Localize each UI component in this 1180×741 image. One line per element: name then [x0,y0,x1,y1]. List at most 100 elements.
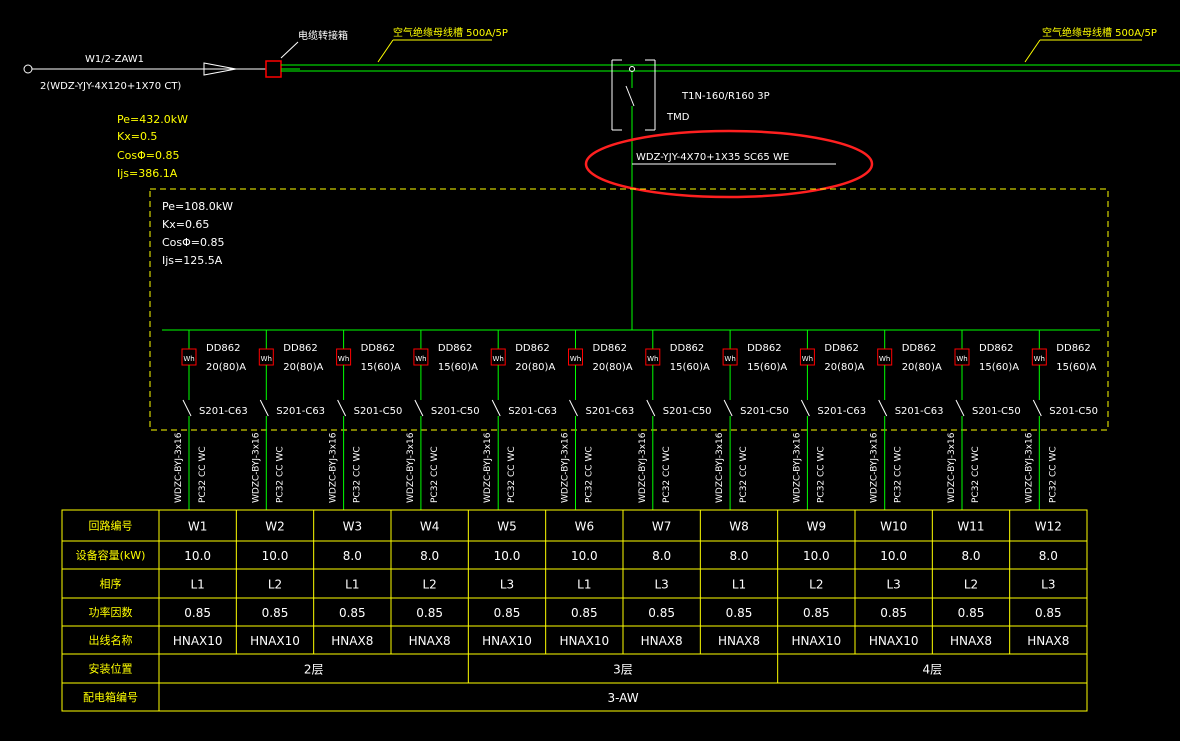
wire-spec: WDZC-BYJ-3x16 [406,432,416,503]
conduit-spec: PC32 CC WC [1048,446,1058,503]
conduit-spec: PC32 CC WC [662,446,672,503]
table-cell-name: HNAX8 [331,634,373,648]
meter-glyph: Wh [183,355,194,363]
row-header: 出线名称 [89,633,133,647]
table-cell-box-id: 3-AW [607,691,638,705]
table-cell-id: W10 [880,520,907,534]
conduit-spec: PC32 CC WC [275,446,285,503]
table-cell-pf: 0.85 [803,606,830,620]
table-cell-phase: L1 [345,578,359,592]
table-cell-capacity: 10.0 [494,549,521,563]
meter-glyph: Wh [1034,355,1045,363]
table-cell-pf: 0.85 [416,606,443,620]
table-cell-phase: L2 [268,578,282,592]
meter-model: DD862 [1056,343,1091,354]
row-header: 安装位置 [89,662,133,676]
wire-spec: WDZC-BYJ-3x16 [174,432,184,503]
meter-glyph: Wh [724,355,735,363]
breaker-model: S201-C63 [895,406,944,417]
table-cell-name: HNAX8 [641,634,683,648]
table-cell-phase: L1 [732,578,746,592]
meter-model: DD862 [283,343,318,354]
main-kx: Kx=0.5 [117,130,157,143]
meter-glyph: Wh [802,355,813,363]
table-cell-pf: 0.85 [339,606,366,620]
main-ijs: Ijs=386.1A [117,167,178,180]
table-cell-pf: 0.85 [1035,606,1062,620]
breaker-model: S201-C50 [972,406,1021,417]
table-cell-phase: L3 [655,578,669,592]
junction-box-label: 电缆转接箱 [298,29,348,42]
breaker-model: S201-C50 [354,406,403,417]
breaker-model: S201-C50 [1049,406,1098,417]
row-header: 回路编号 [89,519,133,533]
table-cell-pf: 0.85 [958,606,985,620]
breaker-model: S201-C50 [431,406,480,417]
meter-glyph: Wh [879,355,890,363]
table-cell-id: W3 [343,520,363,534]
table-cell-id: W11 [957,520,984,534]
table-cell-id: W9 [807,520,827,534]
table-cell-location: 3层 [613,663,633,677]
meter-rating: 15(60)A [361,362,401,373]
table-cell-phase: L2 [809,578,823,592]
meter-glyph: Wh [570,355,581,363]
panel-ijs: Ijs=125.5A [162,254,223,267]
table-cell-id: W12 [1035,520,1062,534]
meter-model: DD862 [670,343,705,354]
feeder-circuit-id: W1/2-ZAW1 [85,54,144,65]
wire-spec: WDZC-BYJ-3x16 [329,432,339,503]
conduit-spec: PC32 CC WC [585,446,595,503]
busway-label-right: 空气绝缘母线槽 500A/5P [1042,26,1157,39]
table-cell-pf: 0.85 [648,606,675,620]
table-cell-capacity: 8.0 [652,549,671,563]
meter-model: DD862 [979,343,1014,354]
meter-model: DD862 [824,343,859,354]
meter-model: DD862 [747,343,782,354]
breaker-model: S201-C63 [508,406,557,417]
table-cell-pf: 0.85 [262,606,289,620]
meter-rating: 20(80)A [515,362,555,373]
table-cell-id: W1 [188,520,208,534]
wire-spec: WDZC-BYJ-3x16 [715,432,725,503]
meter-model: DD862 [361,343,396,354]
meter-glyph: Wh [338,355,349,363]
meter-rating: 20(80)A [824,362,864,373]
meter-model: DD862 [438,343,473,354]
wire-spec: WDZC-BYJ-3x16 [483,432,493,503]
plug-breaker-trip: TMD [666,112,690,123]
wire-spec: WDZC-BYJ-3x16 [792,432,802,503]
main-pe: Pe=432.0kW [117,113,188,126]
table-cell-name: HNAX8 [409,634,451,648]
panel-cos: CosΦ=0.85 [162,236,225,249]
conduit-spec: PC32 CC WC [971,446,981,503]
meter-glyph: Wh [415,355,426,363]
table-cell-capacity: 10.0 [880,549,907,563]
wire-spec: WDZC-BYJ-3x16 [561,432,571,503]
meter-rating: 20(80)A [283,362,323,373]
breaker-model: S201-C63 [817,406,866,417]
conduit-spec: PC32 CC WC [894,446,904,503]
busway-label-left: 空气绝缘母线槽 500A/5P [393,26,508,39]
conduit-spec: PC32 CC WC [816,446,826,503]
branch-cable-spec: WDZ-YJY-4X70+1X35 SC65 WE [636,152,789,163]
meter-rating: 15(60)A [1056,362,1096,373]
table-cell-name: HNAX8 [718,634,760,648]
table-cell-capacity: 8.0 [961,549,980,563]
breaker-model: S201-C50 [663,406,712,417]
meter-glyph: Wh [647,355,658,363]
table-cell-id: W4 [420,520,440,534]
table-cell-capacity: 8.0 [420,549,439,563]
table-cell-name: HNAX10 [559,634,609,648]
table-cell-id: W6 [575,520,595,534]
meter-model: DD862 [515,343,550,354]
table-cell-id: W2 [265,520,285,534]
table-cell-location: 2层 [304,663,324,677]
meter-glyph: Wh [261,355,272,363]
meter-model: DD862 [593,343,628,354]
electrical-distribution-diagram: W1/2-ZAW1 2(WDZ-YJY-4X120+1X70 CT) 电缆转接箱… [0,0,1180,741]
meter-model: DD862 [206,343,241,354]
table-cell-capacity: 10.0 [571,549,598,563]
table-cell-pf: 0.85 [880,606,907,620]
table-cell-phase: L3 [887,578,901,592]
